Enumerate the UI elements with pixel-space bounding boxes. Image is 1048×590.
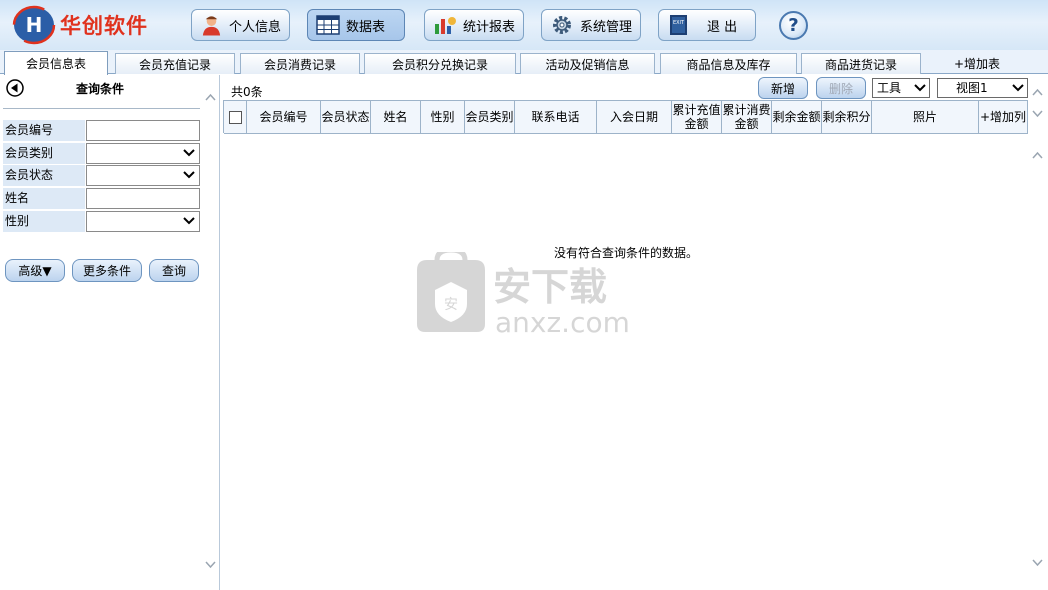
svg-text:EXIT: EXIT	[673, 20, 685, 26]
watermark-en: anxz.com	[495, 306, 630, 334]
add-column-header[interactable]: +增加列	[979, 101, 1028, 134]
tab-label: 会员充值记录	[138, 57, 211, 72]
gear-icon	[552, 16, 571, 34]
member-type-label: 会员类别	[3, 143, 85, 164]
scroll-up-icon[interactable]	[1032, 88, 1043, 96]
svg-text:H: H	[26, 13, 43, 37]
chart-icon	[434, 17, 456, 34]
record-count: 共0条	[231, 85, 263, 99]
column-header[interactable]: 入会日期	[597, 101, 672, 134]
column-header[interactable]: 会员类别	[465, 101, 515, 134]
search-button[interactable]: 查询	[149, 259, 199, 282]
chevron-down-icon	[183, 217, 195, 225]
query-title: 查询条件	[75, 82, 124, 96]
tab-label: 商品进货记录	[824, 57, 897, 72]
select-all-checkbox[interactable]	[228, 110, 242, 124]
view-value: 视图1	[956, 81, 988, 95]
top-toolbar: H 华创软件 个人信息 数据表 统计报表 系统管理 EXIT 退 出 ?	[0, 0, 1048, 50]
column-header[interactable]: 姓名	[371, 101, 421, 134]
column-header[interactable]: 剩余积分	[822, 101, 872, 134]
scroll-down-icon[interactable]	[205, 561, 216, 569]
gender-label: 性别	[3, 211, 85, 232]
tab-promotions[interactable]: 活动及促销信息	[520, 53, 655, 74]
column-header[interactable]: 会员状态	[321, 101, 371, 134]
tab-label: 会员信息表	[25, 57, 86, 71]
chevron-down-icon	[183, 149, 195, 157]
personal-info-label: 个人信息	[228, 19, 281, 35]
member-status-label: 会员状态	[3, 165, 85, 186]
grid-scrollbar[interactable]	[1029, 135, 1046, 585]
toolbar-scroll[interactable]	[1029, 75, 1046, 118]
column-header[interactable]: 会员编号	[247, 101, 321, 134]
tab-points-exchange[interactable]: 会员积分兑换记录	[364, 53, 516, 74]
tab-consumption-records[interactable]: 会员消费记录	[240, 53, 360, 74]
view-dropdown[interactable]: 视图1	[937, 78, 1028, 98]
data-table-button[interactable]: 数据表	[307, 9, 405, 41]
add-table-tab[interactable]: +增加表	[934, 53, 1020, 74]
chevron-down-icon	[1012, 84, 1024, 92]
column-header[interactable]: 剩余金额	[772, 101, 822, 134]
logo-icon: H	[12, 5, 56, 45]
stat-report-label: 统计报表	[462, 19, 515, 35]
watermark-logo: 安 安下载 anxz.com	[417, 252, 630, 334]
member-id-label: 会员编号	[3, 120, 85, 141]
tab-label: 会员消费记录	[263, 57, 336, 72]
divider	[3, 108, 200, 109]
column-header[interactable]: 性别	[421, 101, 465, 134]
chevron-down-icon	[914, 84, 926, 92]
help-button[interactable]: ?	[779, 11, 808, 40]
help-icon: ?	[788, 15, 799, 36]
collapse-arrow-icon[interactable]	[6, 79, 24, 97]
column-header[interactable]: 累计消费金额	[722, 101, 772, 134]
tab-recharge-records[interactable]: 会员充值记录	[115, 53, 235, 74]
more-conditions-button[interactable]: 更多条件	[72, 259, 142, 282]
gender-select[interactable]	[86, 211, 200, 232]
scroll-down-icon[interactable]	[1032, 110, 1043, 118]
watermark-cn: 安下载	[493, 265, 607, 309]
data-table-label: 数据表	[346, 19, 386, 35]
system-admin-button[interactable]: 系统管理	[541, 9, 641, 41]
exit-icon: EXIT	[670, 15, 687, 35]
member-type-select[interactable]	[86, 143, 200, 164]
chevron-down-icon	[183, 171, 195, 179]
person-icon	[202, 16, 221, 36]
tools-value: 工具	[877, 81, 902, 95]
query-panel: 查询条件 会员编号 会员类别 会员状态 姓名 性别 高级▼ 更多条件 查询	[0, 75, 220, 590]
query-panel-scrollbar[interactable]	[202, 75, 219, 587]
column-header[interactable]: 联系电话	[515, 101, 597, 134]
data-area: 共0条 新增 删除 工具 视图1 会员编号 会员状态 姓名 性别 会员类别 联系…	[221, 75, 1048, 590]
new-record-button[interactable]: 新增	[758, 77, 808, 99]
name-label: 姓名	[3, 188, 85, 209]
table-icon	[316, 15, 340, 35]
member-status-select[interactable]	[86, 165, 200, 186]
select-all-cell	[224, 101, 247, 134]
svg-text:安: 安	[444, 297, 458, 313]
system-admin-label: 系统管理	[579, 19, 632, 35]
tab-label: 商品信息及库存	[686, 57, 771, 72]
tab-member-info[interactable]: 会员信息表	[4, 51, 108, 75]
exit-button[interactable]: EXIT 退 出	[658, 9, 756, 41]
name-input[interactable]	[86, 188, 200, 209]
tab-label: +增加表	[953, 57, 1001, 71]
scroll-up-icon[interactable]	[205, 93, 216, 101]
exit-label: 退 出	[707, 19, 738, 35]
personal-info-button[interactable]: 个人信息	[191, 9, 290, 41]
table-tabs: 会员信息表 会员充值记录 会员消费记录 会员积分兑换记录 活动及促销信息 商品信…	[0, 50, 1048, 75]
column-header[interactable]: 累计充值金额	[672, 101, 722, 134]
advanced-button[interactable]: 高级▼	[5, 259, 65, 282]
tab-label: 活动及促销信息	[545, 57, 630, 72]
tools-dropdown[interactable]: 工具	[872, 78, 930, 98]
scroll-up-icon[interactable]	[1032, 151, 1043, 159]
tab-purchase-records[interactable]: 商品进货记录	[801, 53, 921, 74]
grid-header: 会员编号 会员状态 姓名 性别 会员类别 联系电话 入会日期 累计充值金额 累计…	[223, 100, 1028, 134]
column-header[interactable]: 照片	[872, 101, 979, 134]
delete-record-button[interactable]: 删除	[816, 77, 866, 99]
tab-goods-stock[interactable]: 商品信息及库存	[660, 53, 797, 74]
member-id-input[interactable]	[86, 120, 200, 141]
brand-name: 华创软件	[60, 14, 148, 38]
stat-report-button[interactable]: 统计报表	[424, 9, 524, 41]
tab-label: 会员积分兑换记录	[391, 57, 488, 72]
scroll-down-icon[interactable]	[1032, 559, 1043, 567]
